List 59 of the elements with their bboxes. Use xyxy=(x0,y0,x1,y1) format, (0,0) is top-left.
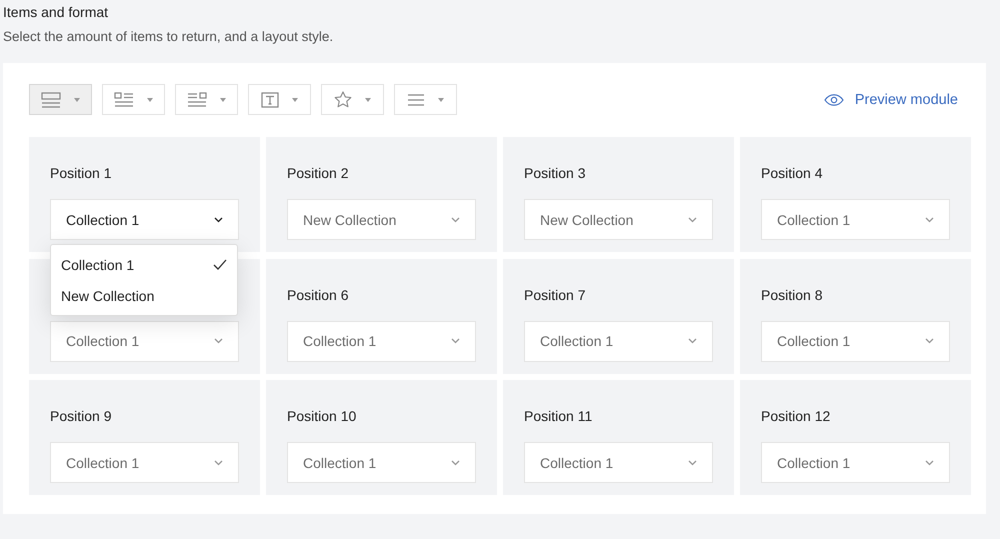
chevron-down-icon xyxy=(214,216,223,222)
collection-select[interactable]: Collection 1 xyxy=(287,442,476,483)
chevron-down-icon xyxy=(688,338,697,344)
chevron-down-icon xyxy=(451,338,460,344)
caret-icon xyxy=(365,98,371,102)
caret-icon xyxy=(438,98,444,102)
eye-icon xyxy=(824,94,844,106)
dropdown-option[interactable]: Collection 1 xyxy=(51,249,237,280)
collection-select[interactable]: Collection 1 xyxy=(761,442,950,483)
chevron-down-icon xyxy=(451,460,460,466)
lines-icon xyxy=(407,94,425,106)
collection-select[interactable]: Collection 1 xyxy=(287,320,476,362)
chevron-down-icon xyxy=(925,460,934,466)
dropdown-option[interactable]: New Collection xyxy=(51,280,237,311)
preview-module-link[interactable]: Preview module xyxy=(824,92,966,108)
chevron-down-icon xyxy=(925,216,934,222)
position-label: Position 9 xyxy=(50,408,112,424)
chevron-down-icon xyxy=(688,460,697,466)
caret-icon xyxy=(220,98,226,102)
caret-icon xyxy=(74,98,80,102)
chevron-down-icon xyxy=(688,216,697,222)
position-label: Position 2 xyxy=(287,165,348,181)
position-label: Position 7 xyxy=(524,286,586,302)
collection-select[interactable]: Collection 1 xyxy=(50,199,239,240)
position-label: Position 6 xyxy=(287,286,348,302)
collection-select[interactable]: New Collection xyxy=(524,199,713,240)
chevron-down-icon xyxy=(214,460,223,466)
star-icon xyxy=(334,91,352,108)
layout-style-button[interactable] xyxy=(248,84,311,115)
layout-style-button[interactable] xyxy=(29,84,92,115)
text-box-icon xyxy=(261,92,279,108)
stacked-layout-icon xyxy=(41,92,61,108)
position-label: Position 11 xyxy=(524,408,592,424)
position-label: Position 12 xyxy=(761,408,830,424)
section-title: Items and format xyxy=(3,4,110,20)
layout-style-button[interactable] xyxy=(102,84,165,115)
position-label: Position 8 xyxy=(761,286,822,302)
layout-style-button[interactable] xyxy=(175,84,238,115)
layout-style-button[interactable] xyxy=(321,84,384,115)
caret-icon xyxy=(292,98,298,102)
collection-select[interactable]: Collection 1 xyxy=(50,320,239,362)
layout-style-button[interactable] xyxy=(394,84,457,115)
image-right-layout-icon xyxy=(187,92,207,108)
chevron-down-icon xyxy=(214,338,223,344)
position-label: Position 4 xyxy=(761,165,822,181)
caret-icon xyxy=(147,98,153,102)
chevron-down-icon xyxy=(925,338,934,344)
position-label: Position 10 xyxy=(287,408,356,424)
position-label: Position 3 xyxy=(524,165,586,181)
collection-select[interactable]: New Collection xyxy=(287,199,476,240)
collection-select[interactable]: Collection 1 xyxy=(524,320,713,362)
collection-select[interactable]: Collection 1 xyxy=(761,199,950,240)
position-label: Position 1 xyxy=(50,165,112,181)
section-description: Select the amount of items to return, and a layout style. xyxy=(3,29,334,44)
collection-select[interactable]: Collection 1 xyxy=(50,442,239,483)
chevron-down-icon xyxy=(451,216,460,222)
collection-select[interactable]: Collection 1 xyxy=(761,320,950,362)
collection-select[interactable]: Collection 1 xyxy=(524,442,713,483)
image-left-layout-icon xyxy=(114,92,134,108)
